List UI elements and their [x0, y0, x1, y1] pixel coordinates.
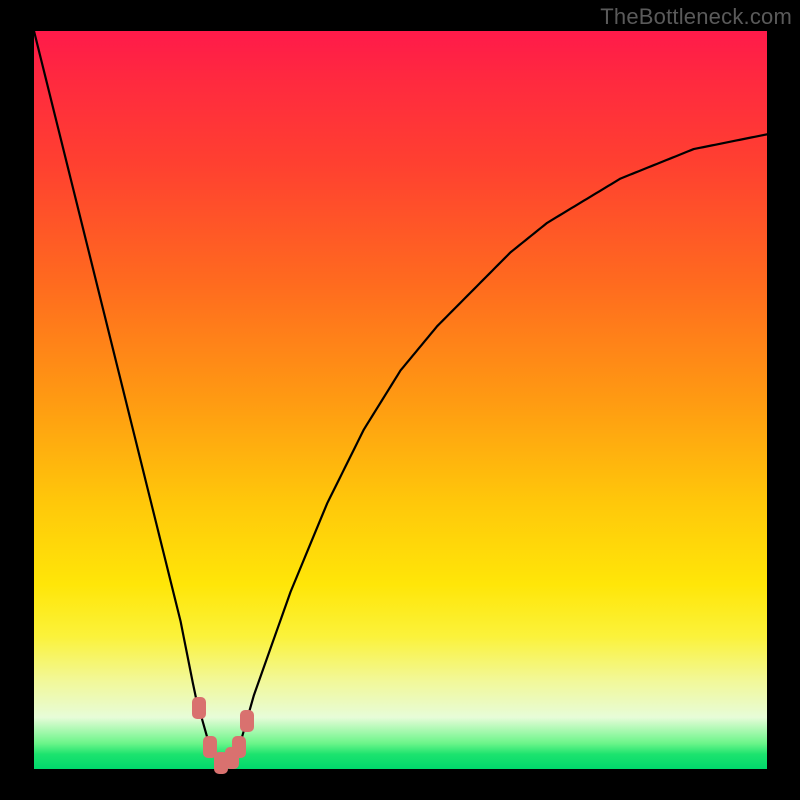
curve-marker [240, 710, 254, 732]
chart-frame: TheBottleneck.com [0, 0, 800, 800]
bottleneck-curve [34, 31, 767, 769]
curve-marker [192, 697, 206, 719]
curve-marker [232, 736, 246, 758]
plot-area [34, 31, 767, 769]
watermark-text: TheBottleneck.com [600, 4, 792, 30]
